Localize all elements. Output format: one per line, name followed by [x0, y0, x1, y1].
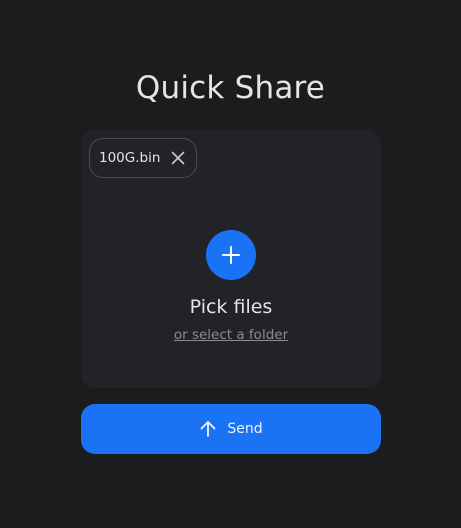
close-icon[interactable] — [170, 150, 186, 166]
add-files-button[interactable] — [206, 230, 256, 280]
file-chip: 100G.bin — [89, 138, 198, 178]
page-title: Quick Share — [135, 70, 326, 106]
arrow-up-icon — [200, 421, 216, 437]
file-dropzone[interactable]: 100G.bin Pick files or select a folder — [81, 130, 381, 388]
file-chip-label: 100G.bin — [99, 150, 161, 166]
send-button[interactable]: Send — [81, 404, 381, 454]
quick-share-page: Quick Share 100G.bin Pick files or selec… — [0, 0, 461, 528]
send-button-label: Send — [227, 421, 263, 437]
pick-files-label: Pick files — [189, 296, 273, 318]
plus-icon — [222, 246, 240, 264]
select-folder-link[interactable]: or select a folder — [81, 327, 381, 343]
